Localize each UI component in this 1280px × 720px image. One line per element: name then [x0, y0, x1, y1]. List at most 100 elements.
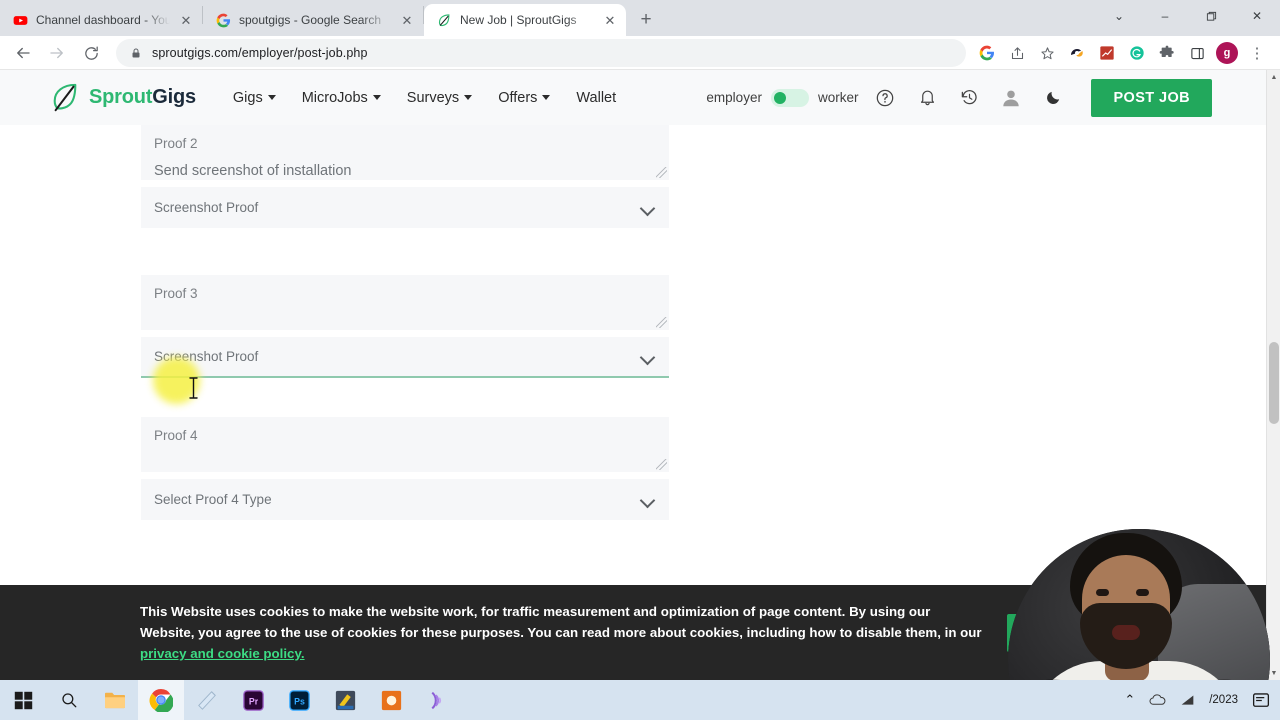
- firefox-relay-icon[interactable]: [1064, 40, 1090, 66]
- brand-name-part1: Sprout: [89, 86, 153, 108]
- proof-2-value: Send screenshot of installation: [154, 162, 352, 179]
- cookie-banner-text: This Website uses cookies to make the we…: [140, 601, 985, 664]
- google-chrome-icon[interactable]: [138, 680, 184, 720]
- role-switch[interactable]: employer worker: [706, 88, 859, 107]
- proof-2-group: Proof 2 Send screenshot of installation …: [141, 125, 669, 228]
- notepad-icon[interactable]: [184, 680, 230, 720]
- history-icon[interactable]: [954, 83, 984, 113]
- google-icon[interactable]: [974, 40, 1000, 66]
- chevron-down-icon: [372, 95, 381, 100]
- notification-icon[interactable]: [1252, 692, 1270, 709]
- chevron-down-icon: [464, 95, 473, 100]
- proof-4-textarea[interactable]: Proof 4: [141, 417, 669, 472]
- proof-2-textarea[interactable]: Proof 2 Send screenshot of installation: [141, 125, 669, 180]
- chrome-menu-button[interactable]: ⋮: [1244, 40, 1270, 66]
- webcam-person-eye-right: [1136, 589, 1149, 596]
- nav-item-wallet[interactable]: Wallet: [576, 90, 616, 106]
- proof-2-label: Proof 2: [154, 136, 198, 151]
- back-button[interactable]: [8, 38, 38, 68]
- windows-start-icon[interactable]: [0, 680, 46, 720]
- proof-3-type-select[interactable]: Screenshot Proof: [141, 337, 669, 378]
- chrome-browser-window: Channel dashboard - YouTube St ✕ spoutgi…: [0, 0, 1280, 720]
- header-actions: employer worker POST JOB: [706, 78, 1266, 117]
- form-spacer: [141, 228, 669, 275]
- share-icon[interactable]: [1004, 40, 1030, 66]
- resize-handle-icon[interactable]: [656, 167, 667, 178]
- tab-search-icon[interactable]: ⌄: [1096, 0, 1142, 32]
- nav-item-offers[interactable]: Offers: [498, 90, 551, 106]
- side-panel-icon[interactable]: [1184, 40, 1210, 66]
- maximize-button[interactable]: [1188, 0, 1234, 32]
- chart-extension-icon[interactable]: [1094, 40, 1120, 66]
- browser-tab-google-search[interactable]: spoutgigs - Google Search ✕: [203, 4, 423, 36]
- proof-4-type-value: Select Proof 4 Type: [154, 492, 272, 507]
- proof-4-type-select[interactable]: Select Proof 4 Type: [141, 479, 669, 520]
- proof-3-textarea[interactable]: Proof 3: [141, 275, 669, 330]
- vlc-or-sun-app-icon[interactable]: [368, 680, 414, 720]
- forward-button[interactable]: [42, 38, 72, 68]
- search-icon[interactable]: [46, 680, 92, 720]
- webcam-person-mouth: [1112, 625, 1140, 640]
- proof-2-type-select[interactable]: Screenshot Proof: [141, 187, 669, 228]
- presenter-webcam-overlay: [1008, 529, 1270, 680]
- new-tab-button[interactable]: +: [632, 6, 660, 34]
- resize-handle-icon[interactable]: [656, 317, 667, 328]
- profile-initial: g: [1216, 42, 1238, 64]
- brand-name-part2: Gigs: [152, 86, 196, 108]
- nav-label: Gigs: [232, 89, 263, 106]
- privacy-cookie-policy-link[interactable]: privacy and cookie policy.: [140, 646, 305, 661]
- tab-title: New Job | SproutGigs: [460, 13, 577, 27]
- filmora-icon[interactable]: [322, 680, 368, 720]
- browser-toolbar: sproutgigs.com/employer/post-job.php g ⋮: [0, 36, 1280, 70]
- taskbar-clock[interactable]: /2023: [1209, 694, 1238, 707]
- site-logo[interactable]: SproutGigs: [50, 82, 196, 114]
- toolbar-extensions: g ⋮: [974, 40, 1272, 66]
- show-hidden-icons-chevron-icon[interactable]: ⌃: [1124, 692, 1135, 708]
- brand-name: SproutGigs: [89, 86, 196, 109]
- premiere-pro-icon[interactable]: Pr: [230, 680, 276, 720]
- close-icon[interactable]: ✕: [399, 12, 415, 28]
- minimize-button[interactable]: –: [1142, 0, 1188, 32]
- user-avatar[interactable]: [996, 83, 1026, 113]
- chevron-down-icon: [267, 95, 276, 100]
- grammarly-icon[interactable]: [1124, 40, 1150, 66]
- role-label-worker: worker: [817, 90, 859, 105]
- proof-3-label: Proof 3: [154, 286, 198, 301]
- photoshop-icon[interactable]: Ps: [276, 680, 322, 720]
- puzzle-extensions-icon[interactable]: [1154, 40, 1180, 66]
- nav-item-gigs[interactable]: Gigs: [233, 90, 276, 106]
- profile-avatar-button[interactable]: g: [1214, 40, 1240, 66]
- file-explorer-icon[interactable]: [92, 680, 138, 720]
- window-controls: ⌄ – ✕: [1096, 0, 1280, 32]
- nav-item-surveys[interactable]: Surveys: [407, 90, 473, 106]
- address-bar[interactable]: sproutgigs.com/employer/post-job.php: [116, 39, 966, 67]
- bookmark-star-icon[interactable]: [1034, 40, 1060, 66]
- post-job-button[interactable]: POST JOB: [1091, 78, 1212, 117]
- taskbar-date: /2023: [1209, 693, 1238, 706]
- notifications-bell-icon[interactable]: [912, 83, 942, 113]
- resize-handle-icon[interactable]: [656, 459, 667, 470]
- svg-text:Ps: Ps: [294, 696, 305, 706]
- nav-item-microjobs[interactable]: MicroJobs: [302, 90, 381, 106]
- sprout-leaf-logo: [50, 82, 80, 114]
- close-icon[interactable]: ✕: [602, 12, 618, 28]
- chevron-down-icon: [639, 492, 656, 508]
- close-icon[interactable]: ✕: [178, 12, 194, 28]
- close-window-button[interactable]: ✕: [1234, 0, 1280, 32]
- onedrive-icon[interactable]: [1149, 693, 1166, 707]
- scrollbar-thumb[interactable]: [1269, 342, 1279, 424]
- reload-button[interactable]: [76, 38, 106, 68]
- form-spacer: [141, 378, 669, 417]
- proof-3-group: Proof 3 Screenshot Proof: [141, 275, 669, 378]
- dark-mode-moon-icon[interactable]: [1038, 83, 1068, 113]
- browser-tab-youtube[interactable]: Channel dashboard - YouTube St ✕: [0, 4, 202, 36]
- role-toggle[interactable]: [770, 88, 809, 107]
- help-icon[interactable]: [870, 83, 900, 113]
- tab-title: spoutgigs - Google Search: [239, 13, 382, 27]
- bittorrent-icon[interactable]: [414, 680, 460, 720]
- scroll-up-arrow-icon[interactable]: ▲: [1267, 70, 1280, 84]
- proof-4-group: Proof 4 Select Proof 4 Type: [141, 417, 669, 520]
- google-icon: [215, 12, 231, 28]
- network-icon[interactable]: [1180, 694, 1195, 707]
- browser-tab-sproutgigs[interactable]: New Job | SproutGigs ✕: [424, 4, 626, 36]
